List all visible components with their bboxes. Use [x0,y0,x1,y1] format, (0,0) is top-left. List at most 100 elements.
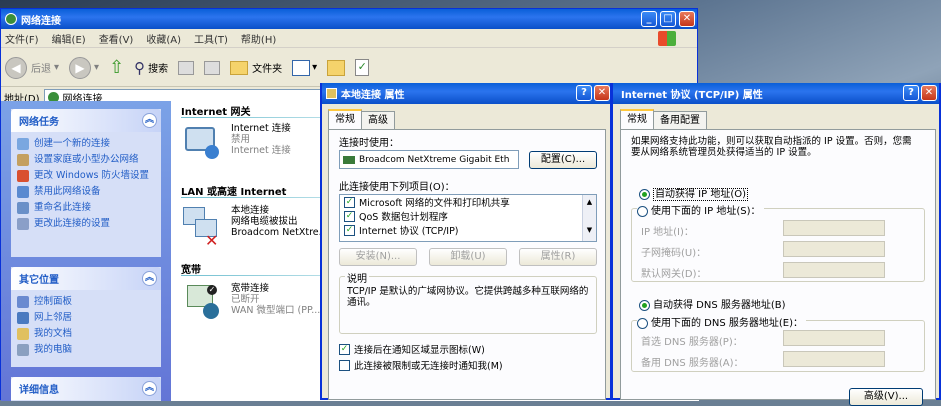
notify-option[interactable]: 此连接被限制或无连接时通知我(M) [335,358,503,372]
broadband-icon: ✓ [181,283,223,325]
tcpip-dialog-title-bar[interactable]: Internet 协议 (TCP/IP) 属性 ? ✕ [613,83,939,104]
close-button[interactable]: ✕ [679,11,695,27]
lan-disconnected-icon: ✕ [181,205,223,250]
radio-selected-icon[interactable] [639,188,650,200]
properties-toolbar-button[interactable]: ✓ [355,59,370,76]
menu-edit[interactable]: 编辑(E) [52,31,86,46]
network-folder-icon [5,13,17,25]
connection-local-area[interactable]: ✕ 本地连接 网络电缆被拔出 Broadcom NetXtre... [181,205,328,250]
auto-dns-option[interactable]: 自动获得 DNS 服务器地址(B) [639,296,786,311]
task-firewall[interactable]: 更改 Windows 防火墙设置 [11,168,161,184]
task-change-settings[interactable]: 更改此连接的设置 [11,216,161,232]
help-button[interactable]: ? [576,85,592,101]
move-to-icon [178,60,195,75]
tab-general[interactable]: 常规 [620,109,654,129]
task-disable-device[interactable]: 禁用此网络设备 [11,184,161,200]
list-item[interactable]: ✓ QoS 数据包计划程序 [340,209,596,223]
ip-address-label: IP 地址(I)： [641,227,694,238]
history-button[interactable] [327,59,346,76]
collapse-chevron-icon[interactable]: ︽ [142,113,157,128]
alternate-dns-field[interactable] [783,351,885,367]
folder-icon [230,60,249,75]
advanced-button[interactable]: 高级(V)... [849,388,923,406]
tab-alternate-config[interactable]: 备用配置 [653,111,707,129]
show-icon-option[interactable]: ✓ 连接后在通知区域显示图标(W) [335,342,485,356]
close-button[interactable]: ✕ [921,85,937,101]
auto-ip-option[interactable]: 自动获得 IP 地址(O) [639,185,749,201]
menu-file[interactable]: 文件(F) [5,31,39,46]
history-icon [327,59,346,76]
back-arrow-icon: ◀ [5,56,27,79]
list-item[interactable]: ✓ Microsoft 网络的文件和打印机共享 [340,195,596,209]
collapse-chevron-icon[interactable]: ︽ [142,271,157,286]
folders-button[interactable]: 文件夹 [230,60,282,75]
views-icon [292,59,311,76]
other-places-header[interactable]: 其它位置 ︽ [11,267,161,290]
network-connection-icon [326,88,337,99]
list-scrollbar[interactable]: ▲ ▼ [582,195,596,241]
collapse-chevron-icon[interactable]: ︽ [142,381,157,396]
radio-selected-icon[interactable] [639,299,650,311]
task-rename[interactable]: 重命名此连接 [11,200,161,216]
checkbox-checked-icon[interactable]: ✓ [344,210,355,222]
settings-icon [17,218,29,230]
list-item[interactable]: ✓ Internet 协议 (TCP/IP) [340,223,596,237]
place-my-documents[interactable]: 我的文档 [11,326,161,342]
details-header[interactable]: 详细信息 ︽ [11,377,161,400]
close-button[interactable]: ✕ [594,85,610,101]
check-document-icon: ✓ [355,59,370,76]
forward-button[interactable]: ▶ ▾ [69,56,99,79]
up-folder-button[interactable]: ⇧ [109,57,124,78]
move-to-button[interactable] [178,60,195,75]
tab-advanced[interactable]: 高级 [361,111,395,129]
radio-unselected-icon[interactable] [637,317,648,329]
views-button[interactable]: ▾ [292,59,317,76]
default-gateway-field[interactable] [783,262,885,278]
tcpip-general-tab: 如果网络支持此功能，则可以获取自动指派的 IP 设置。否则，您需要从网络系统管理… [620,129,936,406]
checkbox-checked-icon[interactable]: ✓ [344,196,355,208]
lan-tabs: 常规 高级 [328,109,395,129]
group-internet-gateway: Internet 网关 [181,107,251,118]
lan-dialog-title-bar[interactable]: 本地连接 属性 ? ✕ [322,83,610,104]
manual-ip-option[interactable]: 使用下面的 IP 地址(S)： [637,202,764,217]
description-title: 说明 [345,270,369,285]
checkbox-checked-icon[interactable]: ✓ [344,224,355,236]
help-button[interactable]: ? [903,85,919,101]
checkbox-checked-icon[interactable]: ✓ [339,343,350,355]
tab-general[interactable]: 常规 [328,109,362,129]
task-home-network[interactable]: 设置家庭或小型办公网络 [11,152,161,168]
checkbox-unchecked-icon[interactable] [339,359,350,371]
search-button[interactable]: ⚲ 搜索 [134,59,168,77]
place-control-panel[interactable]: 控制面板 [11,294,161,310]
connection-internet-gateway[interactable]: Internet 连接 禁用 Internet 连接 [181,123,291,165]
my-computer-icon [17,344,29,356]
back-button[interactable]: ◀ 后退 ▾ [5,56,59,79]
explorer-title-bar[interactable]: 网络连接 _ □ ✕ [1,9,697,29]
maximize-button[interactable]: □ [660,11,676,27]
radio-unselected-icon[interactable] [637,205,648,217]
subnet-mask-field[interactable] [783,241,885,257]
minimize-button[interactable]: _ [641,11,657,27]
menu-view[interactable]: 查看(V) [99,31,134,46]
properties-button[interactable]: 属性(R) [519,248,597,266]
network-tasks-header[interactable]: 网络任务 ︽ [11,109,161,132]
menu-help[interactable]: 帮助(H) [241,31,276,46]
adapter-icon [343,155,355,164]
home-network-icon [17,154,29,166]
manual-dns-option[interactable]: 使用下面的 DNS 服务器地址(E)： [637,314,807,329]
group-lan: LAN 或高速 Internet [181,187,287,198]
place-my-computer[interactable]: 我的电脑 [11,342,161,358]
windows-logo-icon [658,31,676,46]
lan-properties-dialog: 本地连接 属性 ? ✕ 常规 高级 连接时使用： Broadcom NetXtr… [320,83,612,400]
menu-tools[interactable]: 工具(T) [194,31,228,46]
preferred-dns-field[interactable] [783,330,885,346]
connection-broadband[interactable]: ✓ 宽带连接 已断开 WAN 微型端口 (PP... [181,283,320,325]
menu-favorites[interactable]: 收藏(A) [146,31,181,46]
configure-button[interactable]: 配置(C)... [529,151,597,169]
task-create-connection[interactable]: 创建一个新的连接 [11,136,161,152]
install-button[interactable]: 安装(N)... [339,248,417,266]
copy-to-button[interactable] [204,60,221,75]
ip-address-field[interactable] [783,220,885,236]
place-network-neighborhood[interactable]: 网上邻居 [11,310,161,326]
uninstall-button[interactable]: 卸载(U) [429,248,507,266]
